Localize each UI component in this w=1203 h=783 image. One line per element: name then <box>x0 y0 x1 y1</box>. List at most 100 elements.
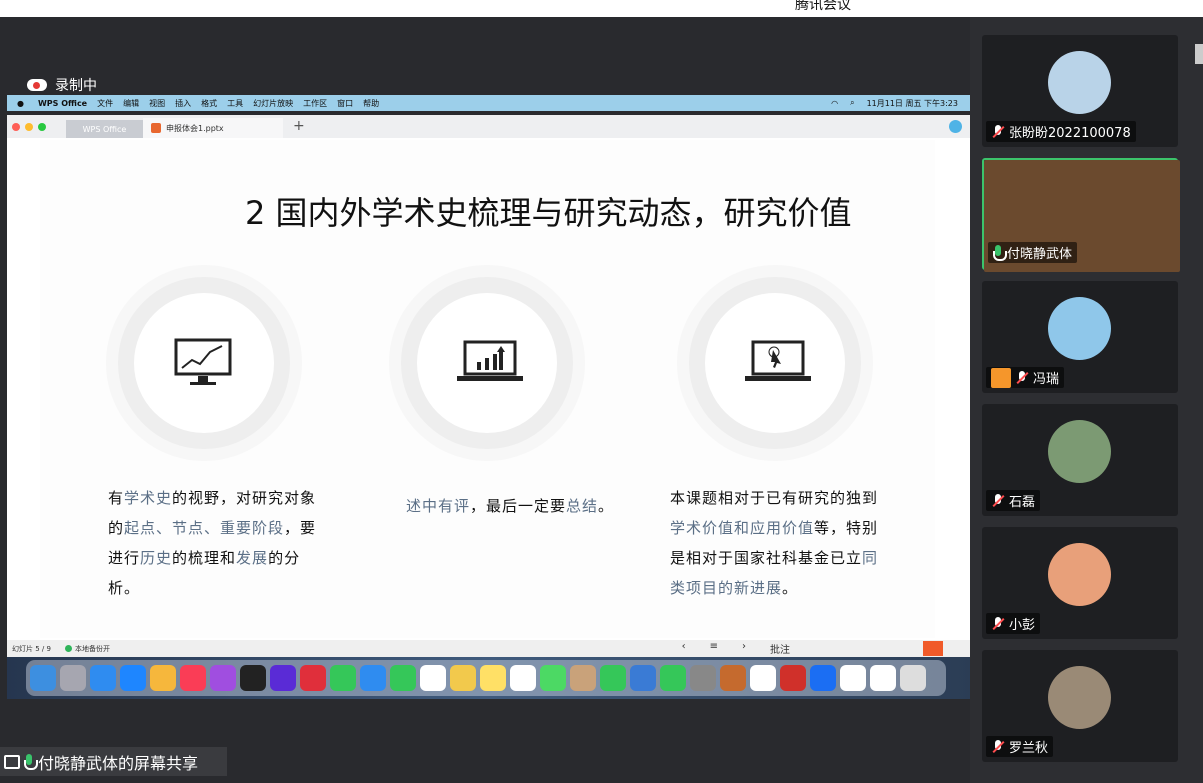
wps-status-bar: 幻灯片 5 / 9 本地备份开 ‹ ≡ › 批注 <box>7 640 970 657</box>
menu-item[interactable]: 文件 <box>97 98 113 109</box>
body-text: 有 <box>108 489 125 507</box>
appstore-icon[interactable] <box>120 665 146 691</box>
highlighted-text: 总结 <box>566 497 599 515</box>
participant-name-badge: 冯瑞 <box>986 367 1065 388</box>
sidebar-scrollbar[interactable] <box>1195 44 1203 64</box>
menu-clock[interactable]: 11月11日 周五 下午3:23 <box>867 98 958 109</box>
mic-muted-icon <box>991 739 1005 754</box>
menu-item[interactable]: 工具 <box>227 98 243 109</box>
stickies-icon[interactable] <box>480 665 506 691</box>
tab-document[interactable]: 申报体会1.pptx <box>143 118 283 138</box>
wechat-icon[interactable] <box>390 665 416 691</box>
keynote-icon[interactable] <box>630 665 656 691</box>
next-slide-button[interactable]: › <box>742 641 746 656</box>
music-icon[interactable] <box>180 665 206 691</box>
facetime-icon[interactable] <box>600 665 626 691</box>
contacts-icon[interactable] <box>570 665 596 691</box>
garageband-icon[interactable] <box>720 665 746 691</box>
files-icon[interactable] <box>870 665 896 691</box>
comment-button[interactable]: 批注 <box>770 641 790 656</box>
apple-icon[interactable]: ● <box>17 99 24 108</box>
cloud-record-icon <box>27 79 47 91</box>
tv-icon[interactable] <box>240 665 266 691</box>
highlighted-text: 学术价值和应用价值 <box>670 519 815 537</box>
participant-avatar <box>1048 666 1111 729</box>
tab-wps-home[interactable]: WPS Office <box>66 120 143 138</box>
participant-tile[interactable]: 小彭 <box>982 527 1178 639</box>
mic-on-icon <box>993 244 1007 261</box>
participant-name: 石磊 <box>1009 495 1036 510</box>
siri-icon[interactable] <box>270 665 296 691</box>
safari-icon[interactable] <box>90 665 116 691</box>
finder-icon[interactable] <box>30 665 56 691</box>
text-research-value: 本课题相对于已有研究的独到学术价值和应用价值等，特别是相对于国家社科基金已立同类… <box>670 483 880 603</box>
trash-icon[interactable] <box>900 665 926 691</box>
highlighted-text: 历史 <box>140 549 173 567</box>
mail-icon[interactable] <box>360 665 386 691</box>
participant-name: 罗兰秋 <box>1009 741 1049 756</box>
menu-item[interactable]: 格式 <box>201 98 217 109</box>
mic-muted-icon <box>991 616 1005 631</box>
menu-item[interactable]: 幻灯片放映 <box>253 98 293 109</box>
calendar-icon[interactable] <box>420 665 446 691</box>
account-avatar[interactable] <box>949 120 962 133</box>
preview-icon[interactable] <box>840 665 866 691</box>
launchpad-icon[interactable] <box>60 665 86 691</box>
settings-icon[interactable] <box>690 665 716 691</box>
menu-item[interactable]: 编辑 <box>123 98 139 109</box>
participant-avatar <box>1048 420 1111 483</box>
body-text: 的梳理和 <box>172 549 237 567</box>
recording-indicator[interactable]: 录制中 <box>27 75 97 95</box>
wps-office-icon[interactable] <box>780 665 806 691</box>
zoom-window-button[interactable] <box>38 123 46 131</box>
close-window-button[interactable] <box>12 123 20 131</box>
participant-tile[interactable]: 张盼盼2022100078 <box>982 35 1178 147</box>
screen-share-label: 付晓静武体的屏幕共享 <box>0 747 227 776</box>
highlighted-text: 发展 <box>236 549 269 567</box>
numbers-icon[interactable] <box>660 665 686 691</box>
participant-tile[interactable]: 冯瑞 <box>982 281 1178 393</box>
text-review-summary: 述中有评，最后一定要总结。 <box>406 491 656 521</box>
highlighted-text: 起点、节点、重要阶段 <box>124 519 285 537</box>
menu-item[interactable]: 帮助 <box>363 98 379 109</box>
play-slideshow-button[interactable] <box>923 641 943 656</box>
minimize-window-button[interactable] <box>25 123 33 131</box>
messages-icon[interactable] <box>330 665 356 691</box>
highlighted-text: 述中有评 <box>406 497 471 515</box>
slide-counter: 幻灯片 5 / 9 <box>12 644 51 653</box>
participant-tile[interactable]: 罗兰秋 <box>982 650 1178 762</box>
tencent-meeting-icon[interactable] <box>810 665 836 691</box>
circle-laptop-cursor <box>705 293 845 433</box>
participant-avatar <box>1048 51 1111 114</box>
participant-name-badge: 张盼盼2022100078 <box>986 121 1136 142</box>
search-icon[interactable]: ⌕ <box>850 98 854 108</box>
menu-app-name[interactable]: WPS Office <box>38 99 87 108</box>
podcasts-icon[interactable] <box>210 665 236 691</box>
wifi-icon[interactable]: ◠ <box>831 99 838 108</box>
new-tab-button[interactable]: + <box>293 118 305 134</box>
laptop-cursor-icon <box>745 340 811 381</box>
backup-status-icon <box>64 645 72 652</box>
maps-icon[interactable] <box>540 665 566 691</box>
outline-icon[interactable]: ≡ <box>710 641 718 656</box>
prev-slide-button[interactable]: ‹ <box>682 641 686 656</box>
chrome-icon[interactable] <box>750 665 776 691</box>
participant-name-badge: 小彭 <box>986 613 1041 634</box>
participant-tile[interactable]: 付晓静武体 <box>982 158 1180 272</box>
notes-icon[interactable] <box>450 665 476 691</box>
menu-item[interactable]: 视图 <box>149 98 165 109</box>
photos-icon[interactable] <box>150 665 176 691</box>
participant-tile[interactable]: 石磊 <box>982 404 1178 516</box>
mac-menu-bar: ● WPS Office 文件 编辑 视图 插入 格式 工具 幻灯片放映 工作区… <box>7 95 970 111</box>
menu-item[interactable]: 窗口 <box>337 98 353 109</box>
menu-item[interactable]: 工作区 <box>303 98 327 109</box>
reminders-icon[interactable] <box>510 665 536 691</box>
body-text: 。 <box>598 497 615 515</box>
wps-icon[interactable] <box>300 665 326 691</box>
menu-item[interactable]: 插入 <box>175 98 191 109</box>
participant-name-badge: 石磊 <box>986 490 1041 511</box>
recording-label: 录制中 <box>55 78 97 94</box>
participant-avatar <box>1048 543 1111 606</box>
backup-status[interactable]: 本地备份开 <box>64 644 110 654</box>
window-title-bar: 腾讯会议 <box>0 0 1203 17</box>
